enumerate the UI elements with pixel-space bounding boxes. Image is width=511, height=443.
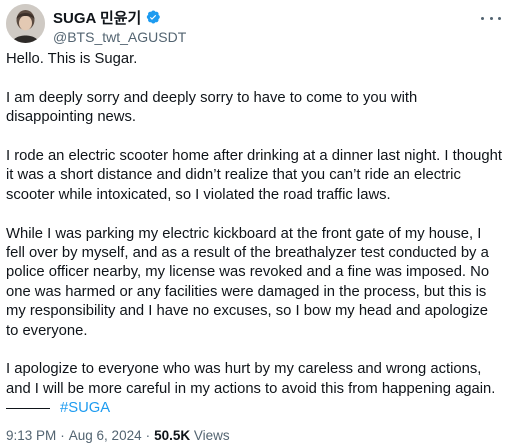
more-options-icon[interactable] bbox=[481, 10, 501, 26]
tweet-header: SUGA 민윤기 @BTS_twt_AGUSDT bbox=[6, 4, 503, 50]
avatar-photo bbox=[6, 4, 45, 43]
tweet-paragraph: While I was parking my electric kickboar… bbox=[6, 225, 490, 339]
display-name-row: SUGA 민윤기 bbox=[53, 7, 186, 28]
author-names: SUGA 민윤기 @BTS_twt_AGUSDT bbox=[53, 7, 186, 46]
tweet-meta: 9:13 PM · Aug 6, 2024 · 50.5K Views bbox=[6, 428, 230, 443]
tweet-date[interactable]: Aug 6, 2024 bbox=[69, 428, 142, 443]
tweet-paragraph: I am deeply sorry and deeply sorry to ha… bbox=[6, 89, 418, 126]
tweet-time[interactable]: 9:13 PM bbox=[6, 428, 56, 443]
tweet-paragraph: I apologize to everyone who was hurt by … bbox=[6, 361, 496, 397]
author-handle[interactable]: @BTS_twt_AGUSDT bbox=[53, 29, 186, 45]
tweet-text: Hello. This is Sugar. I am deeply sorry … bbox=[6, 50, 502, 419]
display-name[interactable]: SUGA 민윤기 bbox=[53, 7, 141, 28]
meta-separator: · bbox=[145, 428, 151, 443]
tweet: SUGA 민윤기 @BTS_twt_AGUSDT Hello. This is … bbox=[0, 0, 511, 443]
verified-badge-icon[interactable] bbox=[145, 9, 161, 25]
signature-dash bbox=[6, 407, 50, 409]
views-label: Views bbox=[193, 428, 230, 443]
signature-line: #SUGA bbox=[6, 400, 110, 416]
tweet-paragraph: Hello. This is Sugar. bbox=[6, 51, 138, 67]
tweet-paragraph: I rode an electric scooter home after dr… bbox=[6, 148, 502, 203]
hashtag-link[interactable]: #SUGA bbox=[60, 400, 110, 416]
views-count: 50.5K bbox=[154, 428, 191, 443]
avatar[interactable] bbox=[6, 4, 45, 43]
meta-separator: · bbox=[60, 428, 65, 443]
